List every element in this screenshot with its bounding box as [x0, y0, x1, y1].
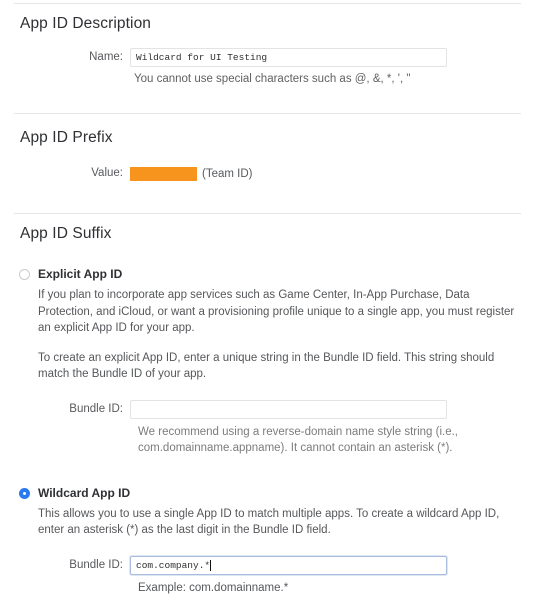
explicit-bundle-id-row: Bundle ID: We recommend using a reverse-… [0, 399, 521, 457]
option-wildcard-app-id[interactable]: Wildcard App ID This allows you to use a… [0, 485, 535, 597]
name-input[interactable]: Wildcard for UI Testing [130, 48, 447, 67]
radio-wildcard-app-id[interactable] [19, 487, 30, 499]
option-explicit-app-id[interactable]: Explicit App ID If you plan to incorpora… [0, 266, 535, 457]
radio-explicit-app-id[interactable] [19, 269, 30, 280]
wildcard-paragraph-1: This allows you to use a single App ID t… [38, 507, 500, 537]
divider-top [14, 3, 521, 4]
text-cursor [210, 559, 212, 571]
wildcard-bundle-id-label: Bundle ID: [69, 558, 123, 571]
explicit-bundle-id-input[interactable] [130, 399, 447, 419]
name-hint: You cannot use special characters such a… [134, 73, 411, 85]
explicit-bundle-id-control: We recommend using a reverse-domain name… [130, 399, 521, 457]
explicit-bundle-id-hint: We recommend using a reverse-domain name… [138, 425, 459, 455]
wildcard-bundle-id-value: com.company.* [136, 559, 211, 571]
wildcard-bundle-id-hint: Example: com.domainname.* [138, 581, 289, 594]
wildcard-bundle-id-control: com.company.* Example: com.domainname.* [130, 555, 521, 597]
team-id-note: (Team ID) [202, 167, 253, 180]
explicit-paragraph-2: To create an explicit App ID, enter a un… [38, 351, 495, 381]
wildcard-bundle-id-row: Bundle ID: com.company.* Example: com.do… [0, 555, 521, 597]
prefix-value-row: Value: (Team ID) [0, 164, 535, 183]
section-title-app-id-prefix: App ID Prefix [20, 129, 113, 146]
name-field-control: Wildcard for UI Testing You cannot use s… [130, 48, 535, 87]
section-app-id-prefix: App ID Prefix Value: (Team ID) [0, 128, 535, 183]
divider-after-description [14, 113, 521, 114]
section-app-id-suffix: App ID Suffix Explicit App ID If you pla… [0, 224, 535, 596]
name-field-row: Name: Wildcard for UI Testing You cannot… [0, 48, 535, 87]
section-app-id-description: App ID Description Name: Wildcard for UI… [0, 14, 535, 87]
explicit-paragraph-1: If you plan to incorporate app services … [38, 289, 515, 334]
name-label: Name: [89, 51, 123, 63]
divider-after-prefix [14, 213, 521, 214]
prefix-value-redaction-block [130, 166, 197, 181]
section-title-app-id-description: App ID Description [20, 15, 152, 32]
prefix-value-label: Value: [91, 167, 123, 179]
app-id-configuration-page: App ID Description Name: Wildcard for UI… [0, 0, 535, 600]
option-label-explicit-app-id: Explicit App ID [38, 267, 123, 281]
wildcard-bundle-id-input[interactable]: com.company.* [130, 555, 447, 575]
option-label-wildcard-app-id: Wildcard App ID [38, 485, 131, 500]
explicit-bundle-id-label: Bundle ID: [69, 402, 123, 415]
section-title-app-id-suffix: App ID Suffix [20, 225, 112, 242]
